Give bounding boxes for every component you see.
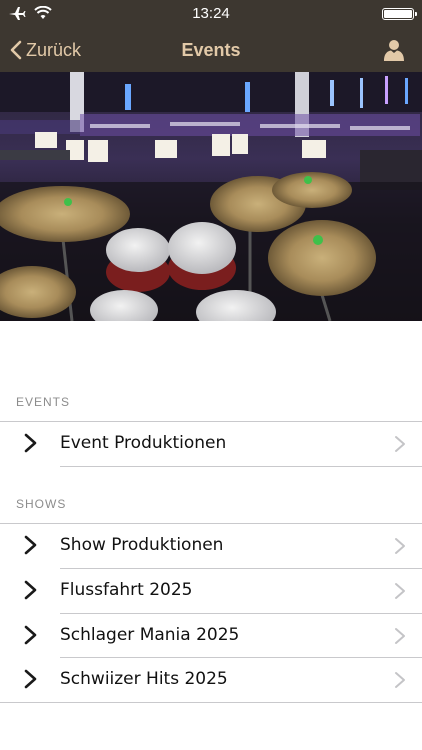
divider [0,702,422,703]
user-icon[interactable] [382,38,406,62]
navigation-bar: Zurück Events [0,28,422,72]
list-item-event-produktionen[interactable]: Event Produktionen [0,421,422,466]
list-item-schwiizer-hits-2025[interactable]: Schwiizer Hits 2025 [0,657,422,702]
list-item-show-produktionen[interactable]: Show Produktionen [0,523,422,568]
list-item-label: Schwiizer Hits 2025 [60,669,228,689]
disclosure-chevron-icon [395,583,405,599]
status-bar: 13:24 [0,0,422,28]
status-time: 13:24 [192,5,230,22]
list-item-label: Event Produktionen [60,433,227,453]
battery-icon [382,8,417,20]
back-button[interactable]: Zurück [10,28,81,72]
chevron-right-icon [24,625,37,645]
chevron-left-icon [10,40,22,60]
list-item-label: Schlager Mania 2025 [60,625,240,645]
list-item-schlager-mania-2025[interactable]: Schlager Mania 2025 [0,613,422,658]
disclosure-chevron-icon [395,628,405,644]
back-label: Zurück [26,39,82,60]
chevron-right-icon [24,433,37,453]
disclosure-chevron-icon [395,672,405,688]
section-header-shows: SHOWS [16,497,67,511]
disclosure-chevron-icon [395,538,405,554]
chevron-right-icon [24,535,37,555]
chevron-right-icon [24,669,37,689]
disclosure-chevron-icon [395,436,405,452]
chevron-right-icon [24,580,37,600]
list-item-flussfahrt-2025[interactable]: Flussfahrt 2025 [0,568,422,613]
section-header-events: EVENTS [16,395,71,409]
hero-image [0,72,422,321]
drum-kit-stage-photo [0,72,422,321]
divider [60,466,422,467]
list-item-label: Flussfahrt 2025 [60,580,193,600]
list-item-label: Show Produktionen [60,535,224,555]
